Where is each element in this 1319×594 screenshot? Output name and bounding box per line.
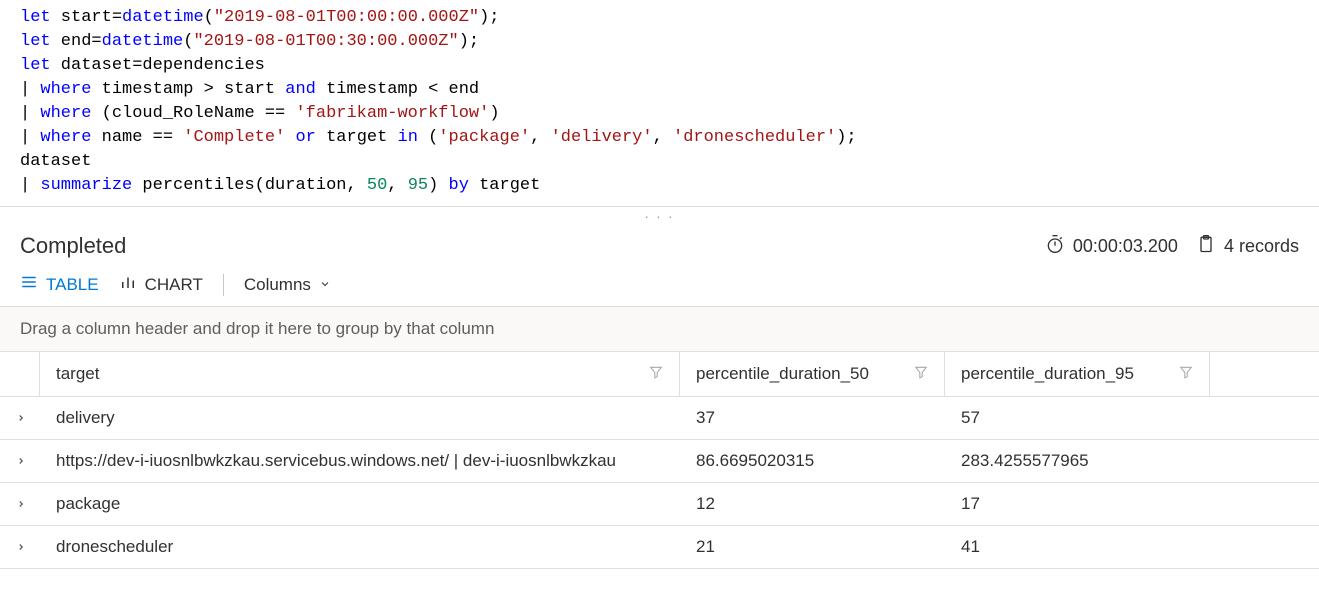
cell-p50: 21 (680, 526, 945, 568)
pct95-literal: 95 (408, 176, 428, 195)
start-literal: "2019-08-01T00:00:00.000Z" (214, 8, 479, 27)
cell-p50: 12 (680, 483, 945, 525)
table-row[interactable]: package1217 (0, 483, 1319, 526)
expand-row-button[interactable] (0, 442, 40, 480)
table-icon (20, 273, 38, 296)
column-target-label: target (56, 364, 99, 384)
cell-p95: 57 (945, 397, 1210, 439)
columns-label: Columns (244, 275, 311, 295)
table-body: delivery3757https://dev-i-iuosnlbwkzkau.… (0, 397, 1319, 569)
dronescheduler-literal: 'dronescheduler' (673, 128, 836, 147)
filter-icon[interactable] (649, 364, 663, 384)
status-bar: Completed 00:00:03.200 4 records (0, 225, 1319, 269)
expand-row-button[interactable] (0, 528, 40, 566)
toolbar-divider (223, 274, 224, 296)
columns-button[interactable]: Columns (244, 275, 331, 295)
cell-target: package (40, 483, 680, 525)
group-by-hint[interactable]: Drag a column header and drop it here to… (0, 307, 1319, 352)
column-p50-label: percentile_duration_50 (696, 364, 869, 384)
table-row[interactable]: dronescheduler2141 (0, 526, 1319, 569)
cell-rest (1210, 450, 1319, 472)
status-label: Completed (20, 233, 126, 259)
chart-icon (119, 273, 137, 296)
complete-literal: 'Complete' (183, 128, 285, 147)
cell-target: dronescheduler (40, 526, 680, 568)
filter-icon[interactable] (1179, 364, 1193, 384)
column-p95[interactable]: percentile_duration_95 (945, 352, 1210, 396)
table-view-button[interactable]: TABLE (20, 273, 99, 296)
table-row[interactable]: https://dev-i-iuosnlbwkzkau.servicebus.w… (0, 440, 1319, 483)
expand-row-button[interactable] (0, 399, 40, 437)
cell-rest (1210, 493, 1319, 515)
cell-p95: 283.4255577965 (945, 440, 1210, 482)
status-records-group: 4 records (1196, 234, 1299, 259)
package-literal: 'package' (438, 128, 530, 147)
column-expand (0, 352, 40, 396)
status-duration: 00:00:03.200 (1073, 236, 1178, 257)
stopwatch-icon (1045, 234, 1065, 259)
chart-label: CHART (145, 275, 203, 295)
table-row[interactable]: delivery3757 (0, 397, 1319, 440)
cell-rest (1210, 407, 1319, 429)
status-records: 4 records (1224, 236, 1299, 257)
splitter-handle[interactable]: . . . (0, 207, 1319, 225)
column-p95-label: percentile_duration_95 (961, 364, 1134, 384)
column-rest (1210, 352, 1319, 396)
chart-view-button[interactable]: CHART (119, 273, 203, 296)
cell-p50: 86.6695020315 (680, 440, 945, 482)
end-literal: "2019-08-01T00:30:00.000Z" (193, 32, 458, 51)
delivery-literal: 'delivery' (551, 128, 653, 147)
results-toolbar: TABLE CHART Columns (0, 269, 1319, 307)
cell-rest (1210, 536, 1319, 558)
clipboard-icon (1196, 234, 1216, 259)
status-duration-group: 00:00:03.200 (1045, 234, 1178, 259)
filter-icon[interactable] (914, 364, 928, 384)
cell-target: https://dev-i-iuosnlbwkzkau.servicebus.w… (40, 440, 680, 482)
column-target[interactable]: target (40, 352, 680, 396)
cell-p95: 41 (945, 526, 1210, 568)
pct50-literal: 50 (367, 176, 387, 195)
column-p50[interactable]: percentile_duration_50 (680, 352, 945, 396)
cell-p50: 37 (680, 397, 945, 439)
cell-target: delivery (40, 397, 680, 439)
query-editor[interactable]: let start=datetime("2019-08-01T00:00:00.… (0, 0, 1319, 207)
table-header-row: target percentile_duration_50 percentile… (0, 352, 1319, 397)
cell-p95: 17 (945, 483, 1210, 525)
role-literal: 'fabrikam-workflow' (295, 104, 489, 123)
expand-row-button[interactable] (0, 485, 40, 523)
chevron-down-icon (319, 275, 331, 295)
table-label: TABLE (46, 275, 99, 295)
results-table: target percentile_duration_50 percentile… (0, 352, 1319, 569)
